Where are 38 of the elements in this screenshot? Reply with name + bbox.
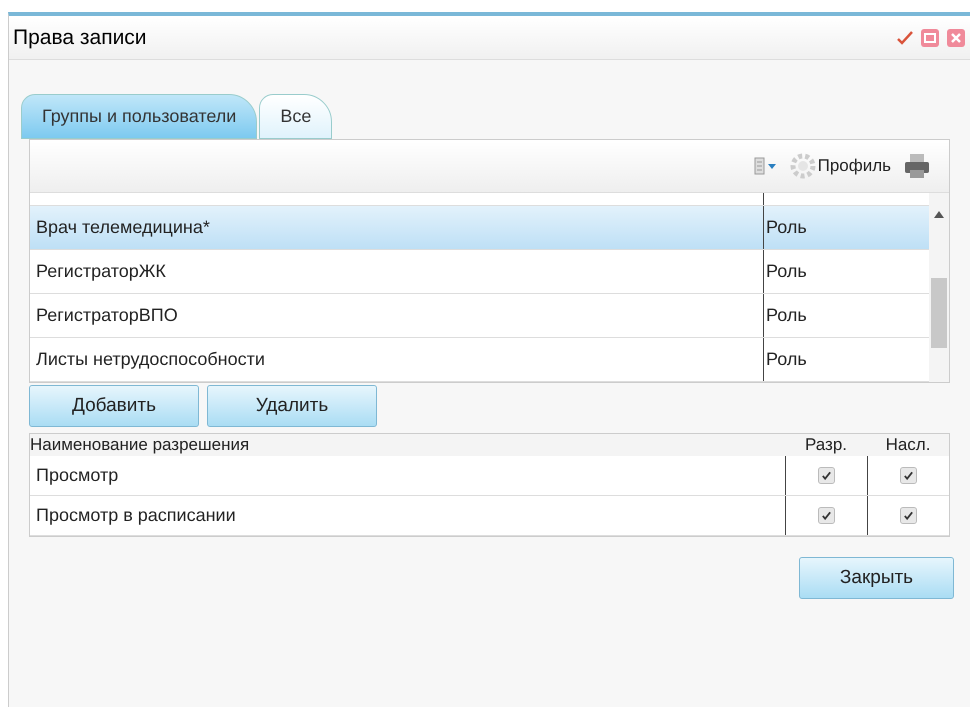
table-cell: РегистраторЖК xyxy=(30,250,764,293)
checkbox[interactable] xyxy=(818,467,835,484)
scrollbar[interactable] xyxy=(929,193,949,382)
table-cell: Листы нетрудоспособности xyxy=(30,338,764,381)
add-button[interactable]: Добавить xyxy=(29,385,199,427)
table-cell-text: Просмотр в расписании xyxy=(35,504,237,527)
checkbox[interactable] xyxy=(818,507,835,524)
gear-icon xyxy=(790,153,816,179)
column-header: Наименование разрешения xyxy=(30,434,250,456)
table-cell: РегистраторВПО xyxy=(30,294,764,337)
delete-button[interactable]: Удалить xyxy=(207,385,377,427)
column-header: Разр. xyxy=(804,434,848,456)
checkmark-icon xyxy=(903,510,914,521)
tab[interactable]: Группы и пользователи xyxy=(21,94,258,139)
role-row[interactable]: РегистраторВПО Роль xyxy=(30,294,929,338)
columns-menu-icon[interactable] xyxy=(754,157,778,175)
window-title: Права записи xyxy=(13,24,147,51)
checkmark-icon xyxy=(903,470,914,481)
scroll-up-icon[interactable] xyxy=(934,211,944,218)
checkmark-icon xyxy=(821,510,832,521)
tab[interactable]: Все xyxy=(259,94,332,139)
role-row[interactable]: Врач телемедицина* Роль xyxy=(30,206,929,250)
profile-button[interactable]: Профиль xyxy=(790,153,891,179)
role-row[interactable]: Листы нетрудоспособности Роль xyxy=(30,338,929,382)
table-cell-text: Роль xyxy=(765,216,808,239)
column-header: Насл. xyxy=(884,434,932,456)
checkbox[interactable] xyxy=(900,507,917,524)
checkmark-icon xyxy=(821,470,832,481)
printer-icon[interactable] xyxy=(903,153,931,179)
table-cell-text: Роль xyxy=(765,260,808,283)
table-cell-text: Роль xyxy=(765,348,808,371)
close-button[interactable]: Закрыть xyxy=(799,557,954,599)
table-cell-text: Роль xyxy=(765,304,808,327)
table-cell-text: Просмотр xyxy=(35,464,120,487)
checkbox[interactable] xyxy=(900,467,917,484)
role-row[interactable]: РегистраторЖК Роль xyxy=(30,250,929,294)
table-cell: Врач телемедицина* xyxy=(30,206,764,249)
checkmark-icon[interactable] xyxy=(896,30,914,46)
